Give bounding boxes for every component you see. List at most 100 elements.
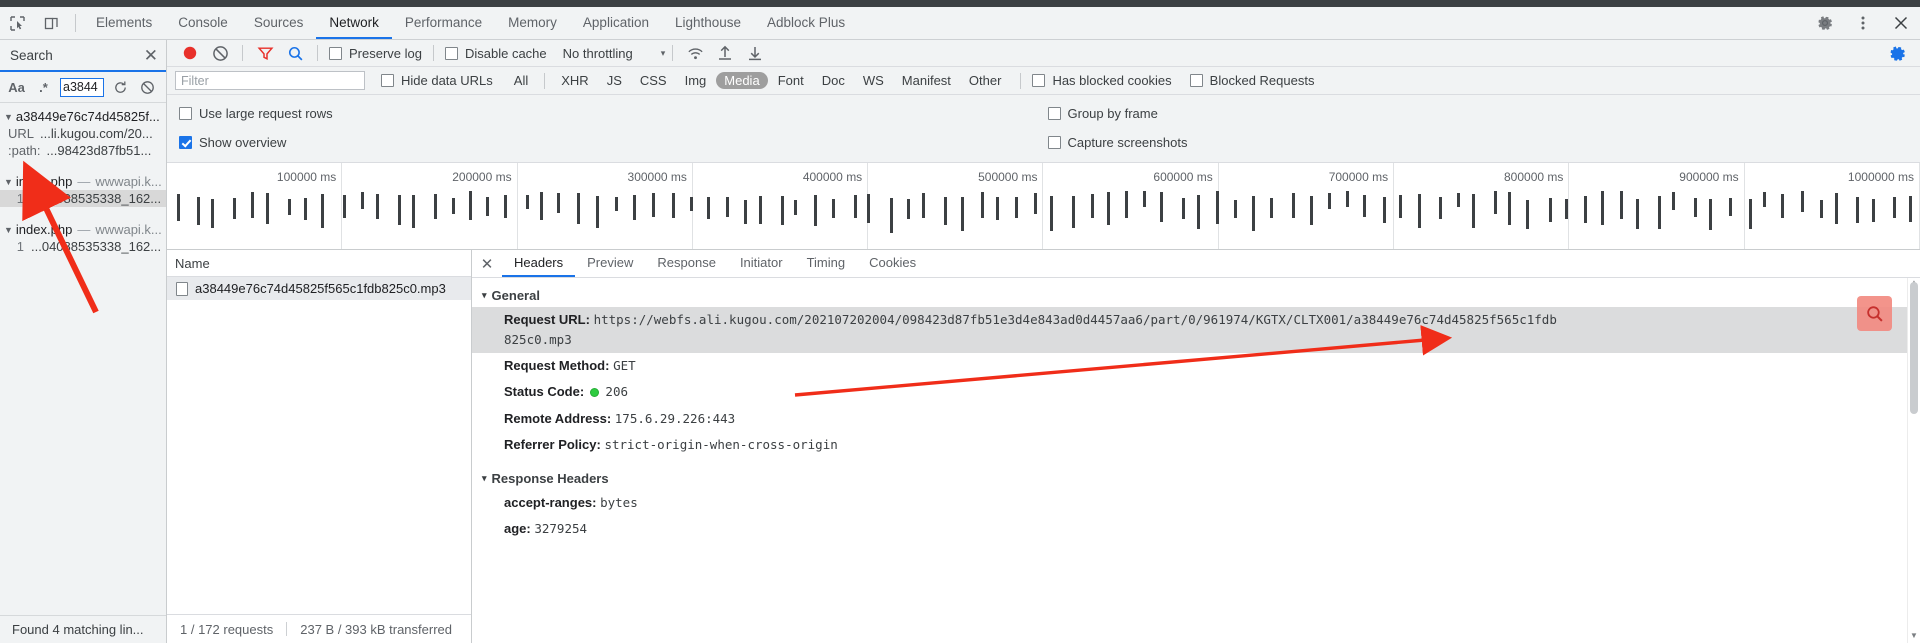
- regex-icon[interactable]: .*: [33, 77, 54, 98]
- filter-type-other[interactable]: Other: [961, 72, 1010, 89]
- overview-request-tick: [832, 199, 836, 218]
- tab-console[interactable]: Console: [165, 7, 241, 39]
- group-by-frame-checkbox[interactable]: Group by frame: [1044, 106, 1913, 121]
- chevron-down-icon[interactable]: ▼: [4, 112, 13, 122]
- filter-type-ws[interactable]: WS: [855, 72, 892, 89]
- disable-cache-checkbox[interactable]: Disable cache: [441, 46, 551, 61]
- close-icon[interactable]: [1882, 15, 1920, 31]
- tab-network[interactable]: Network: [316, 7, 392, 39]
- filter-funnel-icon[interactable]: [250, 41, 280, 65]
- filter-input[interactable]: [175, 71, 365, 90]
- has-blocked-cookies-label: Has blocked cookies: [1052, 73, 1172, 88]
- tab-preview[interactable]: Preview: [575, 250, 645, 277]
- tab-elements[interactable]: Elements: [83, 7, 165, 39]
- close-icon[interactable]: ✕: [472, 250, 502, 277]
- clear-icon[interactable]: [137, 77, 158, 98]
- search-result-row[interactable]: :path: ...98423d87fb51...: [0, 142, 166, 159]
- tab-response[interactable]: Response: [645, 250, 728, 277]
- has-blocked-cookies-checkbox[interactable]: Has blocked cookies: [1028, 73, 1175, 88]
- scrollbar-thumb[interactable]: [1910, 282, 1918, 414]
- general-section-header[interactable]: ▾ General: [472, 284, 1920, 307]
- filter-type-xhr[interactable]: XHR: [553, 72, 596, 89]
- overview-request-tick: [921, 193, 925, 218]
- response-headers-section-header[interactable]: ▾ Response Headers: [472, 467, 1920, 490]
- tab-sources[interactable]: Sources: [241, 7, 317, 39]
- tab-memory[interactable]: Memory: [495, 7, 570, 39]
- overview-request-tick: [1671, 192, 1675, 210]
- chevron-down-icon[interactable]: ▼: [4, 177, 13, 187]
- status-code-label: Status Code:: [504, 384, 585, 400]
- tab-performance[interactable]: Performance: [392, 7, 495, 39]
- tab-application[interactable]: Application: [570, 7, 662, 39]
- throttling-dropdown[interactable]: No throttling ▾: [563, 46, 666, 61]
- filter-type-manifest[interactable]: Manifest: [894, 72, 959, 89]
- clear-network-icon[interactable]: [205, 41, 235, 65]
- devtools-body: Search ✕ Aa .* ▼ a38449e76c74d45825f...: [0, 40, 1920, 643]
- device-toolbar-icon[interactable]: [34, 7, 68, 39]
- filter-type-css[interactable]: CSS: [632, 72, 675, 89]
- kebab-menu-icon[interactable]: [1844, 15, 1882, 31]
- preserve-log-checkbox[interactable]: Preserve log: [325, 46, 426, 61]
- search-result-row[interactable]: 1 ...04088535338_162...: [0, 190, 166, 207]
- tab-timing[interactable]: Timing: [795, 250, 858, 277]
- filter-type-font[interactable]: Font: [770, 72, 812, 89]
- status-code-row: Status Code: 206: [472, 379, 1920, 405]
- overview-request-tick: [1196, 195, 1200, 229]
- request-url-label: Request URL:: [504, 312, 590, 327]
- search-result-host: wwwapi.k...: [95, 174, 162, 189]
- tab-headers[interactable]: Headers: [502, 250, 576, 277]
- match-case-icon[interactable]: Aa: [6, 77, 27, 98]
- filter-type-doc[interactable]: Doc: [814, 72, 853, 89]
- filter-type-js[interactable]: JS: [599, 72, 630, 89]
- use-large-request-rows-checkbox[interactable]: Use large request rows: [175, 106, 1044, 121]
- search-result-row[interactable]: URL ...li.kugou.com/20...: [0, 125, 166, 142]
- tab-cookies[interactable]: Cookies: [857, 250, 928, 277]
- request-list-header[interactable]: Name: [167, 250, 471, 277]
- scroll-down-arrow-icon[interactable]: ▼: [1908, 631, 1920, 643]
- network-conditions-icon[interactable]: [680, 41, 710, 65]
- close-icon[interactable]: ✕: [144, 47, 158, 64]
- hide-data-urls-checkbox[interactable]: Hide data URLs: [377, 73, 497, 88]
- overview-request-tick: [1493, 191, 1497, 214]
- record-stop-icon[interactable]: [175, 41, 205, 65]
- search-result-group[interactable]: ▼ a38449e76c74d45825f...: [0, 108, 166, 125]
- overview-request-tick: [525, 195, 529, 209]
- refresh-icon[interactable]: [110, 77, 131, 98]
- search-status-text: Found 4 matching lin...: [0, 615, 166, 643]
- tab-initiator[interactable]: Initiator: [728, 250, 795, 277]
- overview-request-tick: [1072, 196, 1076, 228]
- filter-type-media[interactable]: Media: [716, 72, 768, 89]
- search-icon[interactable]: [280, 41, 310, 65]
- overview-request-tick: [794, 200, 798, 215]
- blocked-requests-checkbox[interactable]: Blocked Requests: [1186, 73, 1319, 88]
- capture-screenshots-checkbox[interactable]: Capture screenshots: [1044, 135, 1913, 150]
- overview-tick-label: 900000 ms: [1679, 170, 1739, 184]
- tab-adblock-plus[interactable]: Adblock Plus: [754, 7, 858, 39]
- network-filter-bar: Hide data URLs All XHR JS CSS Img Media …: [167, 67, 1920, 95]
- filter-type-img[interactable]: Img: [677, 72, 715, 89]
- remote-address-value: 175.6.29.226:443: [614, 410, 736, 426]
- gear-icon[interactable]: [1882, 41, 1912, 65]
- search-result-row[interactable]: 1 ...04088535338_162...: [0, 238, 166, 255]
- gear-icon[interactable]: [1806, 14, 1844, 32]
- table-row[interactable]: a38449e76c74d45825f565c1fdb825c0.mp3: [167, 277, 471, 300]
- overview-request-tick: [342, 195, 346, 218]
- import-har-icon[interactable]: [710, 41, 740, 65]
- search-input[interactable]: [60, 77, 104, 97]
- export-har-icon[interactable]: [740, 41, 770, 65]
- search-result-group[interactable]: ▼ index.php — wwwapi.k...: [0, 173, 166, 190]
- detail-scrollbar[interactable]: ▲ ▼: [1907, 278, 1920, 643]
- show-overview-checkbox[interactable]: Show overview: [175, 135, 1044, 150]
- search-result-group[interactable]: ▼ index.php — wwwapi.k...: [0, 221, 166, 238]
- find-in-headers-button[interactable]: [1857, 296, 1892, 331]
- inspect-element-icon[interactable]: [0, 7, 34, 39]
- search-result-title: index.php: [15, 174, 73, 189]
- filter-type-all[interactable]: All: [506, 72, 536, 89]
- overview-request-tick: [398, 195, 402, 225]
- network-panel: Preserve log Disable cache No throttling…: [167, 40, 1920, 643]
- search-sidebar: Search ✕ Aa .* ▼ a38449e76c74d45825f...: [0, 40, 167, 643]
- tab-lighthouse[interactable]: Lighthouse: [662, 7, 754, 39]
- chevron-down-icon[interactable]: ▼: [4, 225, 13, 235]
- search-toolbar: Aa .*: [0, 72, 166, 103]
- network-overview-timeline[interactable]: 100000 ms 200000 ms 300000 ms 400000 ms …: [167, 163, 1920, 250]
